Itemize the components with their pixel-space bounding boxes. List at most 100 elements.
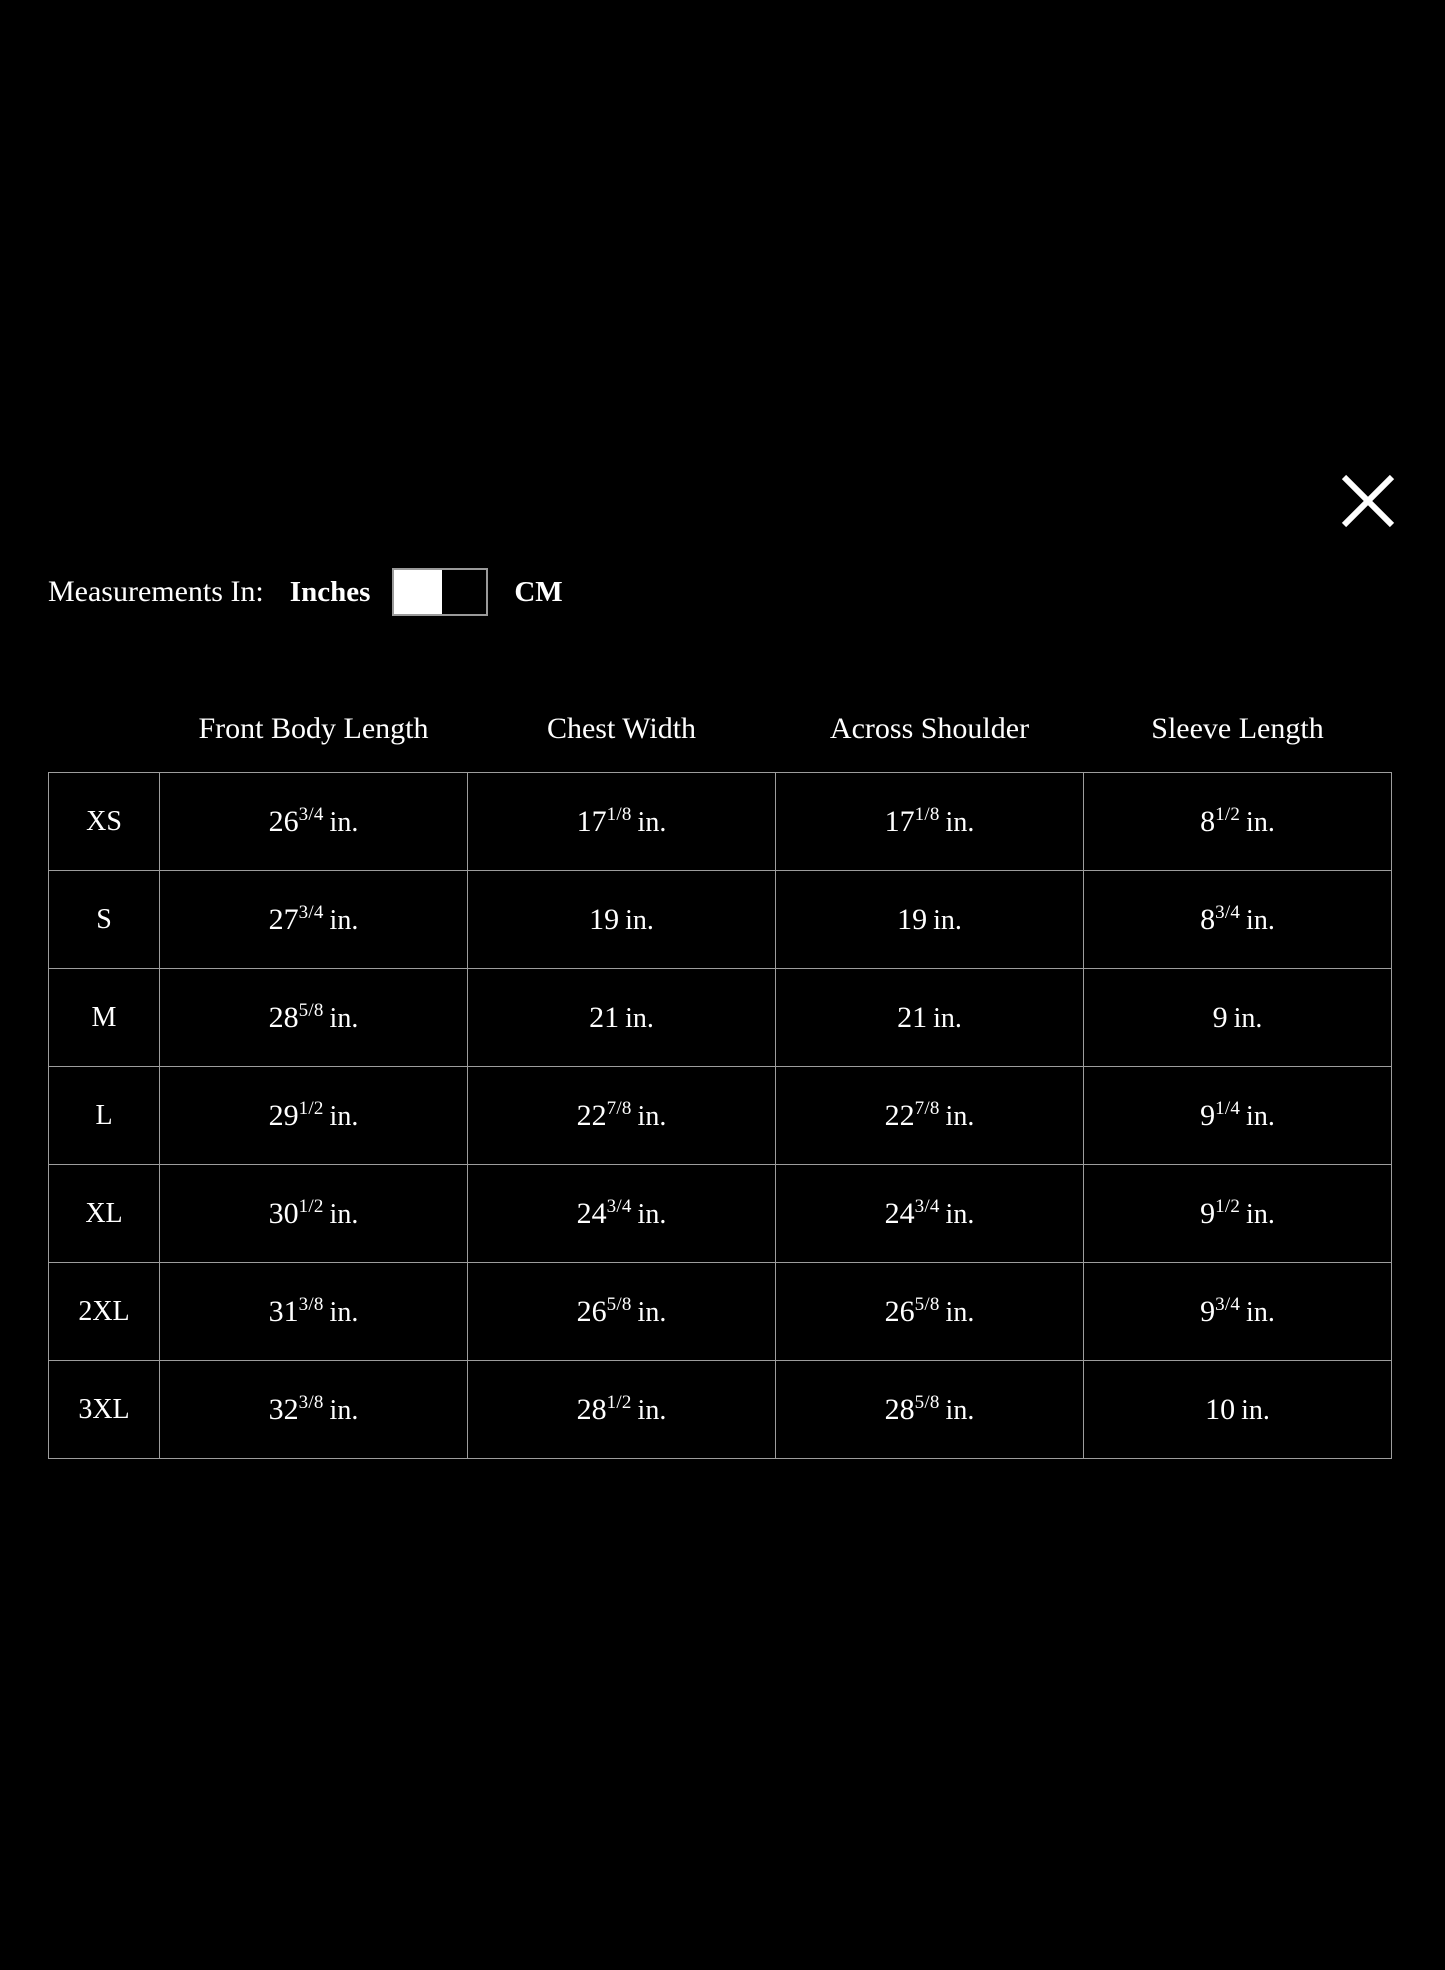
value-unit: in. [329, 1100, 359, 1132]
value-unit: in. [933, 904, 962, 936]
size-label-cell: M [48, 968, 160, 1067]
measurement-value: 301/2 in. [269, 1197, 359, 1231]
measurement-cell-chest-width: 281/2 in. [467, 1360, 776, 1459]
value-whole: 9 [1200, 1294, 1216, 1328]
table-row: M 285/8 in. 21 in. 21 in. 9 in. [48, 968, 1392, 1067]
size-label-cell: L [48, 1066, 160, 1165]
value-fraction: 7/8 [914, 1097, 940, 1119]
table-body: XS 263/4 in. 171/8 in. 171/8 in. 81/2 in. S 273/4 i… [48, 772, 1392, 1459]
value-unit: in. [945, 1394, 975, 1426]
value-fraction: 3/4 [606, 1195, 632, 1217]
measurement-value: 91/4 in. [1200, 1099, 1275, 1133]
value-unit: in. [945, 806, 975, 838]
size-chart-table: Front Body Length Chest Width Across Sho… [48, 712, 1392, 1459]
measurement-value: 243/4 in. [885, 1197, 975, 1231]
measurement-cell-chest-width: 21 in. [467, 968, 776, 1067]
unit-option-inches-label[interactable]: Inches [290, 577, 371, 607]
table-row: 3XL 323/8 in. 281/2 in. 285/8 in. 10 in. [48, 1360, 1392, 1459]
measurements-in-label: Measurements In: [48, 575, 264, 608]
size-chart-table-container: Front Body Length Chest Width Across Sho… [48, 712, 1392, 1459]
value-unit: in. [637, 1296, 667, 1328]
unit-option-cm-label[interactable]: CM [514, 577, 562, 607]
unit-toggle-switch[interactable] [392, 568, 489, 616]
value-whole: 24 [884, 1196, 915, 1230]
value-unit: in. [329, 904, 359, 936]
header-sleeve-length: Sleeve Length [1151, 712, 1324, 745]
value-unit: in. [329, 1394, 359, 1426]
measurement-unit-row: Measurements In: Inches CM [48, 568, 563, 616]
value-whole: 26 [268, 804, 299, 838]
measurement-value: 171/8 in. [577, 805, 667, 839]
measurement-cell-chest-width: 19 in. [467, 870, 776, 969]
measurement-value: 227/8 in. [577, 1099, 667, 1133]
measurement-value: 313/8 in. [269, 1295, 359, 1329]
table-row: 2XL 313/8 in. 265/8 in. 265/8 in. 93/4 in. [48, 1262, 1392, 1361]
measurement-cell-front-body-length: 263/4 in. [159, 772, 468, 871]
measurement-value: 265/8 in. [885, 1295, 975, 1329]
value-fraction: 1/2 [298, 1097, 324, 1119]
size-label-cell: 3XL [48, 1360, 160, 1459]
table-row: XL 301/2 in. 243/4 in. 243/4 in. 91/2 in. [48, 1164, 1392, 1263]
measurement-value: 263/4 in. [269, 805, 359, 839]
measurement-cell-across-shoulder: 265/8 in. [775, 1262, 1084, 1361]
value-fraction: 5/8 [606, 1293, 632, 1315]
value-unit: in. [625, 1002, 654, 1034]
measurement-cell-chest-width: 171/8 in. [467, 772, 776, 871]
value-whole: 8 [1200, 804, 1216, 838]
value-whole: 29 [268, 1098, 299, 1132]
measurement-cell-sleeve-length: 81/2 in. [1083, 772, 1392, 871]
value-whole: 22 [576, 1098, 607, 1132]
value-fraction: 3/4 [1215, 901, 1241, 923]
value-whole: 8 [1200, 902, 1216, 936]
measurement-value: 21 in. [589, 1001, 654, 1035]
measurement-cell-chest-width: 227/8 in. [467, 1066, 776, 1165]
close-button[interactable] [1322, 455, 1414, 547]
value-unit: in. [945, 1100, 975, 1132]
value-fraction: 3/4 [298, 901, 324, 923]
value-whole: 32 [268, 1392, 299, 1426]
value-fraction: 7/8 [606, 1097, 632, 1119]
measurement-value: 81/2 in. [1200, 805, 1275, 839]
measurement-value: 10 in. [1205, 1393, 1270, 1427]
table-row: XS 263/4 in. 171/8 in. 171/8 in. 81/2 in. [48, 772, 1392, 871]
measurement-value: 21 in. [897, 1001, 962, 1035]
value-fraction: 3/4 [914, 1195, 940, 1217]
value-whole: 27 [268, 902, 299, 936]
value-whole: 31 [268, 1294, 299, 1328]
value-whole: 22 [884, 1098, 915, 1132]
value-fraction: 1/4 [1215, 1097, 1241, 1119]
measurement-cell-across-shoulder: 243/4 in. [775, 1164, 1084, 1263]
measurement-cell-front-body-length: 301/2 in. [159, 1164, 468, 1263]
value-fraction: 1/2 [606, 1391, 632, 1413]
measurement-cell-across-shoulder: 285/8 in. [775, 1360, 1084, 1459]
value-unit: in. [1246, 806, 1275, 838]
value-unit: in. [637, 1198, 667, 1230]
unit-toggle-knob [394, 570, 443, 614]
value-fraction: 1/2 [298, 1195, 324, 1217]
measurement-cell-front-body-length: 291/2 in. [159, 1066, 468, 1165]
value-fraction: 1/8 [914, 803, 940, 825]
header-size-column [49, 712, 160, 773]
value-whole: 17 [884, 804, 915, 838]
header-row: Front Body Length Chest Width Across Sho… [49, 712, 1392, 773]
value-fraction: 3/4 [1215, 1293, 1241, 1315]
value-unit: in. [1246, 904, 1275, 936]
measurement-cell-front-body-length: 285/8 in. [159, 968, 468, 1067]
measurement-cell-across-shoulder: 227/8 in. [775, 1066, 1084, 1165]
value-whole: 19 [897, 902, 928, 936]
value-fraction: 5/8 [298, 999, 324, 1021]
measurement-cell-sleeve-length: 10 in. [1083, 1360, 1392, 1459]
value-fraction: 1/2 [1215, 803, 1241, 825]
measurement-value: 291/2 in. [269, 1099, 359, 1133]
value-whole: 9 [1200, 1196, 1216, 1230]
measurement-cell-sleeve-length: 9 in. [1083, 968, 1392, 1067]
measurement-value: 19 in. [589, 903, 654, 937]
measurement-cell-across-shoulder: 19 in. [775, 870, 1084, 969]
measurement-value: 227/8 in. [885, 1099, 975, 1133]
value-whole: 10 [1205, 1392, 1236, 1426]
table-row: S 273/4 in. 19 in. 19 in. 83/4 in. [48, 870, 1392, 969]
size-label-cell: S [48, 870, 160, 969]
value-unit: in. [637, 1100, 667, 1132]
measurement-value: 323/8 in. [269, 1393, 359, 1427]
value-unit: in. [1233, 1002, 1263, 1034]
